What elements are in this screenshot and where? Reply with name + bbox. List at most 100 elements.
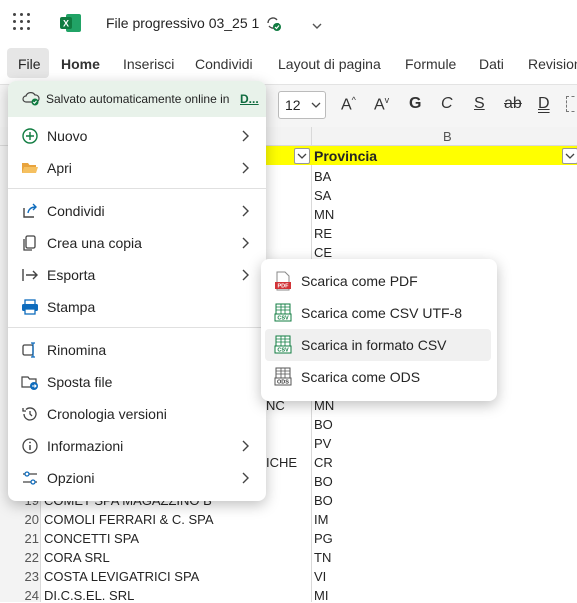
company-cell[interactable]: DI.C.S.EL. SRL [44,588,134,603]
company-cell[interactable]: CONCETTI SPA [44,531,139,546]
folder-open-icon [22,163,38,173]
company-cell[interactable]: COMOLI FERRARI & C. SPA [44,512,214,527]
tab-file[interactable]: File [7,48,49,78]
provincia-cell[interactable]: BO [314,417,333,432]
menu-item-esporta[interactable]: Esporta [8,259,266,291]
double-underline-icon[interactable]: D [538,95,550,113]
submenu-item-label: Scarica come ODS [301,369,421,385]
menu-divider [8,188,266,189]
menu-item-label: Nuovo [47,128,88,144]
svg-text:X: X [63,19,69,29]
excel-logo-icon: X [60,13,82,33]
add-circle-icon [22,128,38,144]
provincia-cell[interactable]: PG [314,531,333,546]
history-icon [22,407,37,421]
csv-icon-label: CSV [277,348,289,354]
download-ods-item[interactable]: ODS Scarica come ODS [265,361,491,393]
ods-icon-label: ODS [277,380,289,386]
menu-item-label: Cronologia versioni [47,406,167,422]
menu-bar: Home Inserisci Condividi Layout di pagin… [0,46,577,82]
menu-item-condividi[interactable]: Condividi [8,195,266,227]
increase-font-icon[interactable]: A^ [341,95,356,114]
title-bar [0,0,577,46]
menu-item-nuovo[interactable]: Nuovo [8,120,266,152]
provincia-cell[interactable]: PV [314,436,331,451]
row-number[interactable]: 20 [0,512,39,527]
tab-inserisci[interactable]: Inserisci [123,56,174,72]
menu-item-rinomina[interactable]: Rinomina [8,334,266,366]
italic-icon[interactable]: C [441,95,453,113]
provincia-cell[interactable]: VI [314,569,326,584]
provincia-cell[interactable]: TN [314,550,331,565]
tab-home[interactable]: Home [61,56,100,72]
chevron-right-icon [242,472,249,484]
chevron-right-icon [242,237,249,249]
row-number[interactable]: 22 [0,550,39,565]
app-launcher-icon[interactable] [13,13,31,31]
options-sliders-icon [23,471,37,485]
saved-sync-icon[interactable] [264,14,282,37]
provincia-cell[interactable]: BO [314,474,333,489]
tab-condividi[interactable]: Condividi [195,56,253,72]
cell-a-partial[interactable]: ICHE [266,455,297,470]
download-csv-utf8-item[interactable]: CSV Scarica come CSV UTF-8 [265,297,491,329]
copy-icon [23,235,36,251]
menu-item-label: Informazioni [47,438,124,454]
row-number[interactable]: 24 [0,588,39,603]
provincia-cell[interactable]: CR [314,455,333,470]
header-row [266,146,577,165]
menu-item-cronologia[interactable]: Cronologia versioni [8,398,266,430]
strikethrough-icon[interactable]: ab [504,95,522,113]
decrease-font-icon[interactable]: Av [374,95,389,114]
menu-item-stampa[interactable]: Stampa [8,291,266,323]
provincia-cell[interactable]: SA [314,188,331,203]
export-icon [22,269,38,281]
company-cell[interactable]: COSTA LEVIGATRICI SPA [44,569,199,584]
document-title[interactable]: File progressivo 03_25 1 [106,15,259,31]
provincia-cell[interactable]: CE [314,245,332,260]
menu-item-informazioni[interactable]: Informazioni [8,430,266,462]
row-number[interactable]: 21 [0,531,39,546]
column-header-b[interactable]: B [443,129,452,144]
menu-item-sposta-file[interactable]: Sposta file [8,366,266,398]
share-icon [23,203,37,218]
tab-revisione[interactable]: Revision [528,56,577,72]
provincia-cell[interactable]: BA [314,169,331,184]
provincia-cell[interactable]: IM [314,512,328,527]
filter-dropdown-icon[interactable] [562,148,577,164]
provincia-cell[interactable]: RE [314,226,332,241]
autosave-location-link[interactable]: D... [240,92,259,106]
printer-icon [22,299,38,315]
menu-item-apri[interactable]: Apri [8,152,266,184]
provincia-header[interactable]: Provincia [314,148,377,164]
tab-layout[interactable]: Layout di pagina [278,56,381,72]
chevron-right-icon [242,130,249,142]
tab-dati[interactable]: Dati [479,56,504,72]
menu-item-label: Apri [47,160,72,176]
tab-formule[interactable]: Formule [405,56,456,72]
provincia-cell[interactable]: MN [314,207,334,222]
download-csv-item[interactable]: CSV Scarica in formato CSV [265,329,491,361]
submenu-item-label: Scarica come PDF [301,273,418,289]
pdf-icon-label: PDF [278,284,290,290]
pdf-file-icon: PDF [275,271,291,291]
menu-item-opzioni[interactable]: Opzioni [8,462,266,494]
saved-cloud-icon [22,90,40,111]
borders-icon[interactable] [566,96,577,112]
submenu-item-label: Scarica in formato CSV [301,337,447,353]
row-number[interactable]: 23 [0,569,39,584]
company-cell[interactable]: CORA SRL [44,550,110,565]
download-pdf-item[interactable]: PDF Scarica come PDF [265,265,491,297]
menu-item-crea-copia[interactable]: Crea una copia [8,227,266,259]
underline-icon[interactable]: S [474,95,485,113]
provincia-cell[interactable]: BO [314,493,333,508]
chevron-right-icon [242,269,249,281]
menu-item-label: Condividi [47,203,105,219]
chevron-down-icon[interactable] [311,18,323,36]
filter-dropdown-icon[interactable] [294,148,310,164]
provincia-cell[interactable]: MI [314,588,328,603]
chevron-right-icon [242,440,249,452]
font-size-select[interactable]: 12 [278,91,326,119]
bold-icon[interactable]: G [409,95,421,113]
csv-file-icon: CSV [274,303,292,322]
